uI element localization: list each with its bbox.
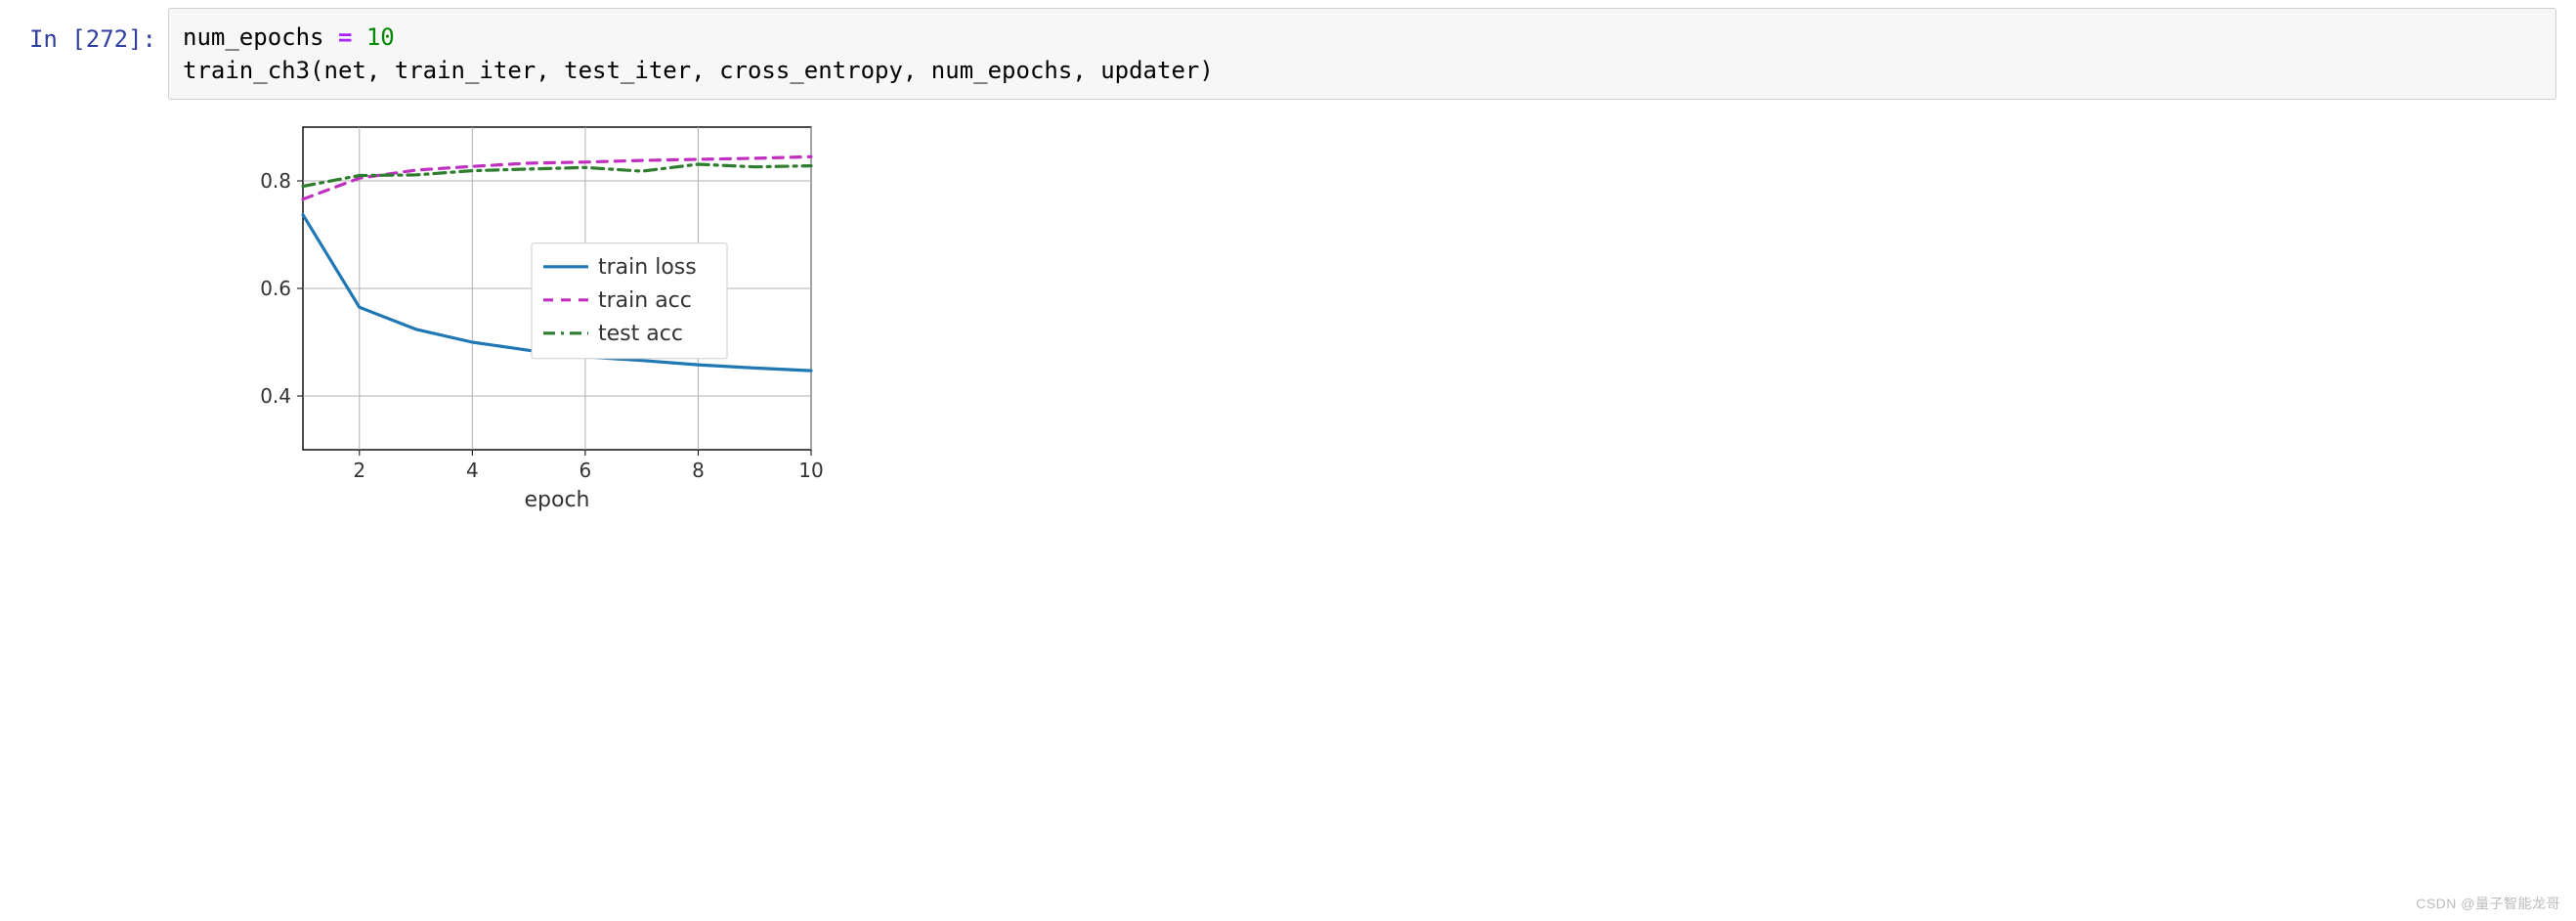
watermark: CSDN @量子智能龙哥 — [2416, 894, 2560, 913]
ytick-label: 0.4 — [260, 384, 291, 408]
xtick-label: 6 — [580, 459, 592, 482]
series-train-acc — [303, 156, 811, 198]
xtick-label: 2 — [353, 459, 365, 482]
input-prompt: In [272]: — [0, 8, 168, 57]
xtick-label: 4 — [466, 459, 479, 482]
code-token: = — [338, 23, 352, 51]
chart-svg: 2 4 6 8 10 0.4 0.6 0.8 epoch train loss train acc t… — [235, 117, 840, 518]
code-token: num_epochs — [183, 23, 324, 51]
ytick-label: 0.6 — [260, 277, 291, 300]
input-cell: In [272]: num_epochs = 10 train_ch3(net,… — [0, 0, 2576, 100]
legend-label: train loss — [598, 255, 697, 280]
ytick-label: 0.8 — [260, 169, 291, 193]
x-axis-label: epoch — [525, 488, 590, 512]
legend-label: train acc — [598, 288, 692, 313]
training-chart: 2 4 6 8 10 0.4 0.6 0.8 epoch train loss train acc t… — [235, 117, 840, 518]
output-area: 2 4 6 8 10 0.4 0.6 0.8 epoch train loss train acc t… — [156, 100, 2576, 518]
notebook-root: In [272]: num_epochs = 10 train_ch3(net,… — [0, 0, 2576, 921]
legend-label: test acc — [598, 322, 683, 346]
code-token: 10 — [366, 23, 395, 51]
code-input[interactable]: num_epochs = 10 train_ch3(net, train_ite… — [168, 8, 2556, 100]
xtick-label: 8 — [692, 459, 705, 482]
code-token: train_ch3(net, train_iter, test_iter, cr… — [183, 57, 1214, 84]
xtick-label: 10 — [798, 459, 823, 482]
